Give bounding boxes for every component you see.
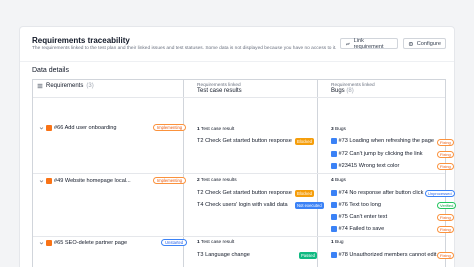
- bug-status-badge: Fixing: [437, 163, 454, 170]
- test-case-result[interactable]: T4 Check users' login with valid data: [197, 202, 288, 208]
- bug-title: #23415 Wrong text color: [338, 163, 400, 169]
- bug-count-suffix: Bug: [335, 240, 344, 245]
- bug-title: #78 Unauthorized members cannot edit: [338, 252, 437, 258]
- bug-title: #76 Text too long: [338, 202, 382, 208]
- test-count-suffix: Test case results: [200, 178, 237, 183]
- requirement-title: #49 Website homepage local...: [54, 178, 131, 184]
- bugs-column-count: (8): [346, 88, 354, 94]
- test-case-result[interactable]: T2 Check Get started button response: [197, 190, 292, 196]
- test-status-badge: Passed: [299, 252, 317, 259]
- row-divider: [33, 173, 445, 174]
- test-status-badge: Blocked: [295, 138, 314, 145]
- bug-item[interactable]: #72 Can't jump by clicking the link: [331, 151, 423, 157]
- bug-item[interactable]: #74 No response after button click: [331, 190, 423, 196]
- bug-icon: [331, 252, 337, 258]
- test-case-result[interactable]: T2 Check Get started button response: [197, 138, 292, 144]
- bug-status-badge: Verified: [437, 202, 457, 209]
- bug-icon: [331, 163, 337, 169]
- bug-item[interactable]: #75 Can't enter text: [331, 214, 387, 220]
- bug-icon: [331, 151, 337, 157]
- link-requirement-label: Link requirement: [353, 37, 384, 50]
- test-count-label: 2 Test case results: [197, 178, 237, 183]
- test-count: 1: [197, 127, 200, 132]
- bug-title: #75 Can't enter text: [338, 214, 388, 220]
- test-count-suffix: Test case result: [200, 127, 235, 132]
- requirement-title: #66 Add user onboarding: [54, 125, 117, 131]
- requirement-icon: [46, 178, 52, 184]
- card-title: Requirements traceability: [32, 36, 130, 45]
- bug-status-badge: Unprocessed: [425, 190, 455, 197]
- bug-status-badge: Fixing: [437, 252, 454, 259]
- bug-title: #72 Can't jump by clicking the link: [338, 151, 423, 157]
- bug-icon: [331, 202, 337, 208]
- requirements-column-name: Requirements: [46, 83, 84, 89]
- link-icon: [346, 42, 350, 45]
- bug-status-badge: Fixing: [437, 226, 454, 233]
- requirement-title: #65 SEO-delete partner page: [54, 240, 128, 246]
- requirements-column-count: (3): [86, 83, 94, 89]
- bug-count-suffix: Bugs: [335, 178, 346, 183]
- requirement-row[interactable]: #66 Add user onboarding: [39, 125, 117, 131]
- bug-status-badge: Fixing: [437, 214, 454, 221]
- test-count-label: 1 Test case result: [197, 127, 234, 132]
- bug-count-label: 3 Bugs: [331, 127, 346, 132]
- bug-title: #74 Failed to save: [338, 226, 385, 232]
- bug-item[interactable]: #76 Text too long: [331, 202, 381, 208]
- section-title: Data details: [32, 67, 69, 74]
- configure-label: Configure: [416, 40, 441, 47]
- bug-count: 1: [331, 240, 334, 245]
- chevron-down-icon[interactable]: [39, 241, 44, 246]
- bug-item[interactable]: #74 Failed to save: [331, 226, 384, 232]
- header-row-divider: [33, 97, 445, 98]
- bug-title: #73 Loading when refreshing the page: [338, 138, 434, 144]
- bug-item[interactable]: #73 Loading when refreshing the page: [331, 138, 434, 144]
- bug-count: 4: [331, 178, 334, 183]
- list-icon: [37, 83, 43, 89]
- requirement-icon: [46, 240, 52, 246]
- requirement-status-badge: Implementing: [153, 124, 187, 131]
- requirement-row[interactable]: #49 Website homepage local...: [39, 178, 131, 184]
- requirement-icon: [46, 125, 52, 131]
- bug-count-suffix: Bugs: [335, 127, 346, 132]
- card-description: The requirements linked to the test plan…: [32, 46, 337, 51]
- bug-count-label: 4 Bugs: [331, 178, 346, 183]
- test-status-badge: Not executed: [295, 202, 324, 209]
- bug-icon: [331, 226, 337, 232]
- configure-button[interactable]: Configure: [403, 38, 446, 49]
- test-case-result[interactable]: T3 Language change: [197, 252, 250, 258]
- bug-icon: [331, 190, 337, 196]
- test-count-label: 1 Test case result: [197, 240, 234, 245]
- traceability-card: Requirements traceability The requiremen…: [19, 26, 457, 267]
- bug-count: 3: [331, 127, 334, 132]
- bug-status-badge: Fixing: [437, 151, 454, 158]
- bug-status-badge: Fixing: [437, 139, 454, 146]
- bug-item[interactable]: #78 Unauthorized members cannot edit: [331, 252, 436, 258]
- chevron-down-icon[interactable]: [39, 126, 44, 131]
- test-count: 1: [197, 240, 200, 245]
- requirement-status-badge: Implementing: [153, 177, 187, 184]
- header-divider: [20, 61, 454, 62]
- requirements-column-header[interactable]: Requirements (3): [37, 83, 94, 89]
- bug-count-label: 1 Bug: [331, 240, 344, 245]
- test-count: 2: [197, 178, 200, 183]
- test-status-badge: Blocked: [295, 190, 314, 197]
- requirement-status-badge: Unstarted: [161, 239, 188, 246]
- bug-title: #74 No response after button click: [338, 190, 424, 196]
- link-requirement-button[interactable]: Link requirement: [340, 37, 398, 50]
- gear-icon: [408, 41, 413, 46]
- bug-item[interactable]: #23415 Wrong text color: [331, 163, 399, 169]
- bug-icon: [331, 214, 337, 220]
- test-results-column-name: Test case results: [197, 88, 242, 94]
- requirement-row[interactable]: #65 SEO-delete partner page: [39, 240, 127, 246]
- row-divider: [33, 236, 445, 237]
- bug-icon: [331, 138, 337, 144]
- traceability-table: Requirements (3) Requirements linked Tes…: [32, 79, 457, 267]
- test-count-suffix: Test case result: [200, 240, 235, 245]
- chevron-down-icon[interactable]: [39, 179, 44, 184]
- bugs-column-name: Bugs: [331, 88, 345, 94]
